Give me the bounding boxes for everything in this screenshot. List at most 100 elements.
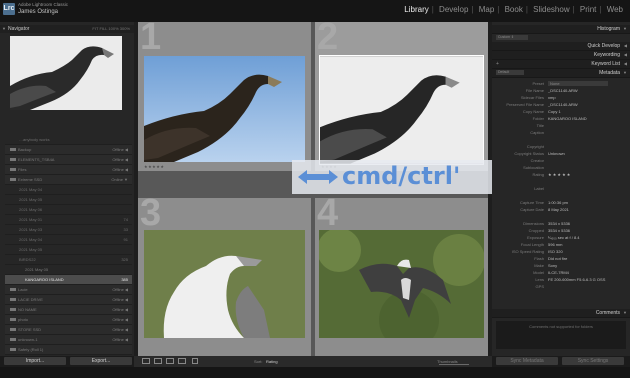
folder-row[interactable]: 2021 May 01 74 [5,215,132,225]
loupe-view-icon[interactable] [154,358,162,364]
metadata-value[interactable]: Copy 1 [548,108,561,115]
folder-row[interactable]: 2021 May 03 33 [5,225,132,235]
folder-label: Extreme SSD [18,177,43,182]
folder-row[interactable]: STORE SSD Offline ◀ [5,325,132,335]
photo-eagle-in-tree[interactable] [319,230,484,338]
module-library[interactable]: Library [403,5,429,14]
photo-white-bellied-sea-eagle[interactable] [144,230,305,338]
folder-row[interactable]: Lacie Offline ◀ [5,285,132,295]
module-slideshow[interactable]: Slideshow [532,5,570,14]
metadata-header[interactable]: Default Metadata ▼ [492,69,630,78]
metadata-value[interactable]: Did not fire [548,255,567,262]
photo-eagle-sky[interactable] [144,56,305,162]
painter-icon[interactable] [192,358,198,364]
metadata-label: Exposure [527,235,544,240]
folder-row[interactable]: 2021 May 05 [5,195,132,205]
folder-row[interactable]: 2021 May 04 91 [5,235,132,245]
folder-row[interactable]: Files Offline ◀ [5,165,132,175]
metadata-row: Cropped 3534 x 5336 [492,227,630,234]
grid-cell-1[interactable]: 1 1 ★★★★★ [138,16,311,171]
metadata-view-select[interactable]: Default [496,70,524,75]
folder-row[interactable]: ELEMENTS_TSB4A Offline ◀ [5,155,132,165]
navigator-zoom-options[interactable]: FIT FILL 100% 300% [92,25,130,33]
metadata-value[interactable]: ★ ★ ★ ★ ★ [548,171,570,178]
quick-develop-header[interactable]: Quick Develop ◀ [492,42,630,51]
folder-row[interactable]: BIRDS22 325 [5,255,132,265]
keywording-header[interactable]: Keywording ◀ [492,51,630,60]
folder-count: 385 [121,277,128,282]
metadata-value[interactable]: 596 mm [548,241,562,248]
folder-row[interactable]: KANGAROO ISLAND 385 [5,275,132,285]
metadata-value[interactable]: _DSC1140.ARW [548,101,578,108]
export-button[interactable]: Export... [70,357,132,365]
folder-row[interactable]: NO NAME Offline ◀ [5,305,132,315]
metadata-value[interactable]: 3534 x 5336 [548,220,570,227]
survey-view-icon[interactable] [178,358,186,364]
rating-stars[interactable]: ★★★★★ [144,164,164,169]
navigator-preview[interactable] [10,36,122,110]
collapse-triangle-icon: ▼ [623,26,627,31]
comments-header[interactable]: Comments ▼ [492,309,630,318]
navigator-header[interactable]: ▼ Navigator FIT FILL 100% 300% [0,25,134,33]
saved-preset-select[interactable]: Custom ⇕ [496,35,528,40]
metadata-value[interactable]: FE 200-600mm F5.6-6.3 G OSS [548,276,605,283]
metadata-value[interactable]: 8 May 2021 [548,206,569,213]
metadata-value[interactable]: KANGAROO ISLAND [548,115,587,122]
folder-row[interactable]: Backup Offline ◀ [5,145,132,155]
metadata-value[interactable]: _DSC1140.ARW [548,87,578,94]
metadata-row: Flash Did not fire [492,255,630,262]
identity-plate[interactable]: James Ostinga [18,9,58,15]
folder-row[interactable]: LACIE DRIVE Offline ◀ [5,295,132,305]
module-develop[interactable]: Develop [438,5,469,14]
sync-metadata-button[interactable]: Sync Metadata [496,357,558,365]
grid-cell-3[interactable]: 3 [138,192,311,356]
folder-row[interactable]: photo Offline ◀ [5,315,132,325]
compare-view-icon[interactable] [166,358,174,364]
metadata-value[interactable]: ISO 320 [548,248,563,255]
photo-eagle-bw[interactable] [319,55,484,165]
folder-row[interactable]: Extreme SSD Online ▼ [5,175,132,185]
folder-row[interactable]: Safety (Roll 1) [5,345,132,355]
metadata-row: Preserved File Name _DSC1140.ARW [492,101,630,108]
sync-settings-button[interactable]: Sync Settings [562,357,624,365]
folder-row[interactable]: 2021 May 05 [5,245,132,255]
collapse-triangle-icon: ◀ [623,61,627,66]
folder-row[interactable]: 2021 May 05 [5,265,132,275]
module-book[interactable]: Book [504,5,524,14]
metadata-value[interactable]: Sony [548,262,557,269]
folder-row[interactable]: 2021 May 06 [5,205,132,215]
metadata-row: Model ILCE-7RM4 [492,269,630,276]
metadata-row: Sublocation [492,164,630,171]
metadata-value[interactable]: 1:00:36 pm [548,199,568,206]
folder-row[interactable]: …anybody works [5,135,132,145]
metadata-row [492,178,630,185]
histogram-header[interactable]: Histogram ▼ [492,25,630,34]
metadata-value[interactable]: ¹⁄₄₀₀₀ sec at f / 8.4 [548,234,580,241]
add-keyword-icon[interactable]: + [496,60,499,68]
metadata-value[interactable]: xmp [548,94,556,101]
folder-row[interactable]: unknown-1 Offline ◀ [5,335,132,345]
sort-value[interactable]: Rating [266,356,278,367]
metadata-value[interactable]: 3534 x 5336 [548,227,570,234]
metadata-value[interactable]: Unknown [548,150,565,157]
keyword-list-header[interactable]: + Keyword List ◀ [492,60,630,69]
folder-count: Offline ◀ [112,287,128,292]
import-button[interactable]: Import... [4,357,66,365]
grid-cell-4[interactable]: 4 [315,192,488,356]
folder-label: KANGAROO ISLAND [25,277,64,282]
metadata-label: File Name [525,88,544,93]
thumbnail-size-slider[interactable] [439,364,469,365]
folder-label: 2021 May 05 [19,197,43,202]
module-map[interactable]: Map [478,5,496,14]
grid-cell-2[interactable]: 2 ★★★★ [315,16,488,171]
metadata-value[interactable]: ILCE-7RM4 [548,269,569,276]
comments-placeholder: Comments not supported for folders [496,321,626,349]
drive-icon [10,298,16,302]
folder-label: 2021 May 03 [19,227,43,232]
module-print[interactable]: Print [579,5,597,14]
module-web[interactable]: Web [606,5,624,14]
metadata-row: Exposure ¹⁄₄₀₀₀ sec at f / 8.4 [492,234,630,241]
collapse-triangle-icon: ▼ [623,70,627,75]
folder-row[interactable]: 2021 May 04 [5,185,132,195]
grid-view-icon[interactable] [142,358,150,364]
